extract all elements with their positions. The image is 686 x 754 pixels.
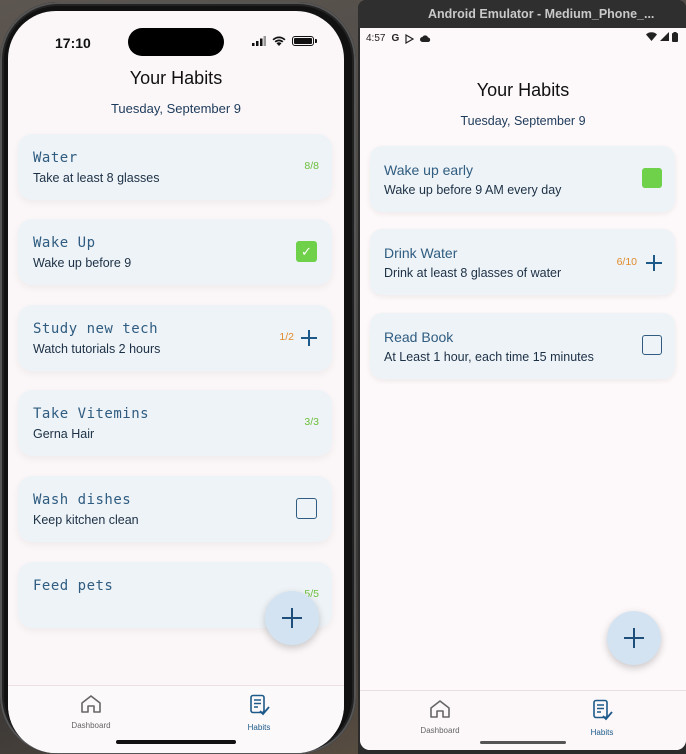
habit-card-water[interactable]: Water Take at least 8 glasses 8/8 — [18, 134, 332, 200]
habit-card-vitamins[interactable]: Take Vitemins Gerna Hair 3/3 — [18, 390, 332, 456]
bottom-nav: Dashboard Habits — [8, 685, 344, 753]
iphone-frame: 17:10 Your Habits Tuesday, September 9 W… — [0, 2, 356, 754]
add-habit-button[interactable] — [607, 611, 661, 665]
iphone-screen: 17:10 Your Habits Tuesday, September 9 W… — [8, 11, 344, 753]
android-emulator-window: Android Emulator - Medium_Phone_... 4:57… — [358, 0, 686, 754]
google-icon: G — [391, 33, 400, 44]
battery-icon — [292, 36, 317, 46]
nav-habits[interactable]: Habits — [224, 694, 294, 732]
habit-card-read-book[interactable]: Read Book At Least 1 hour, each time 15 … — [370, 313, 675, 379]
checked-checkbox[interactable] — [642, 168, 662, 188]
empty-checkbox[interactable] — [642, 335, 662, 355]
home-icon — [430, 700, 450, 718]
habit-name: Feed pets — [33, 578, 114, 594]
android-status-right — [646, 32, 678, 42]
habit-card-study[interactable]: Study new tech Watch tutorials 2 hours 1… — [18, 305, 332, 371]
habit-name: Take Vitemins — [33, 406, 150, 422]
nav-dashboard-label: Dashboard — [71, 721, 111, 730]
habit-desc: Wake up before 9 AM every day — [384, 183, 562, 197]
wifi-icon — [272, 36, 286, 46]
habit-name: Wake Up — [33, 235, 96, 251]
nav-habits-label: Habits — [590, 728, 614, 737]
habit-name: Wash dishes — [33, 492, 132, 508]
ios-status-time: 17:10 — [55, 35, 91, 51]
gesture-bar — [480, 741, 566, 744]
nav-dashboard-label: Dashboard — [420, 726, 460, 735]
habit-name: Read Book — [384, 329, 454, 345]
habit-name: Drink Water — [384, 245, 458, 261]
habit-card-wash-dishes[interactable]: Wash dishes Keep kitchen clean — [18, 476, 332, 542]
checked-checkbox[interactable]: ✓ — [296, 241, 317, 262]
habit-progress: 8/8 — [304, 160, 319, 172]
battery-icon — [672, 32, 678, 42]
wifi-icon — [646, 32, 657, 41]
nav-dashboard[interactable]: Dashboard — [405, 699, 475, 735]
habit-desc: Drink at least 8 glasses of water — [384, 266, 562, 280]
android-status-time: 4:57 — [366, 33, 386, 44]
habit-progress: 3/3 — [304, 416, 319, 428]
page-title: Your Habits — [476, 80, 570, 100]
dynamic-island — [128, 28, 224, 56]
habit-desc: Keep kitchen clean — [33, 513, 139, 527]
signal-icon — [660, 32, 669, 41]
habit-card-wake-up[interactable]: Wake Up Wake up before 9 ✓ — [18, 219, 332, 285]
home-icon — [81, 695, 101, 713]
habit-progress: 1/2 — [279, 331, 294, 343]
habit-card-drink-water[interactable]: Drink Water Drink at least 8 glasses of … — [370, 229, 675, 295]
habit-desc: At Least 1 hour, each time 15 minutes — [384, 350, 594, 364]
habit-name: Water — [33, 150, 78, 166]
empty-checkbox[interactable] — [296, 498, 317, 519]
play-store-icon — [405, 33, 415, 44]
home-indicator — [116, 740, 236, 744]
habit-name: Wake up early — [384, 162, 473, 178]
nav-habits[interactable]: Habits — [567, 699, 637, 737]
page-date: Tuesday, September 9 — [110, 101, 242, 116]
signal-icon — [252, 36, 266, 46]
habit-desc: Wake up before 9 — [33, 256, 132, 270]
nav-habits-label: Habits — [247, 723, 271, 732]
habits-checklist-icon — [593, 699, 613, 721]
habit-name: Study new tech — [33, 321, 159, 337]
increment-plus-icon[interactable] — [301, 330, 317, 346]
increment-plus-icon[interactable] — [646, 255, 662, 271]
habit-desc: Take at least 8 glasses — [33, 171, 160, 185]
ios-status-icons — [252, 36, 317, 46]
habit-desc: Watch tutorials 2 hours — [33, 342, 161, 356]
habits-checklist-icon — [250, 694, 270, 716]
add-habit-button[interactable] — [265, 591, 319, 645]
habit-desc: Gerna Hair — [33, 427, 95, 441]
cloud-icon — [420, 34, 431, 42]
habit-progress: 6/10 — [616, 256, 637, 268]
habit-card-wake-up-early[interactable]: Wake up early Wake up before 9 AM every … — [370, 146, 675, 212]
android-status-left: 4:57 G — [366, 33, 431, 44]
page-title: Your Habits — [129, 68, 223, 88]
page-date: Tuesday, September 9 — [460, 114, 586, 128]
emulator-titlebar: Android Emulator - Medium_Phone_... — [358, 0, 686, 28]
nav-dashboard[interactable]: Dashboard — [56, 694, 126, 730]
android-screen: 4:57 G Your Habits Tuesday, September 9 … — [360, 28, 686, 750]
bottom-nav: Dashboard Habits — [360, 690, 686, 750]
